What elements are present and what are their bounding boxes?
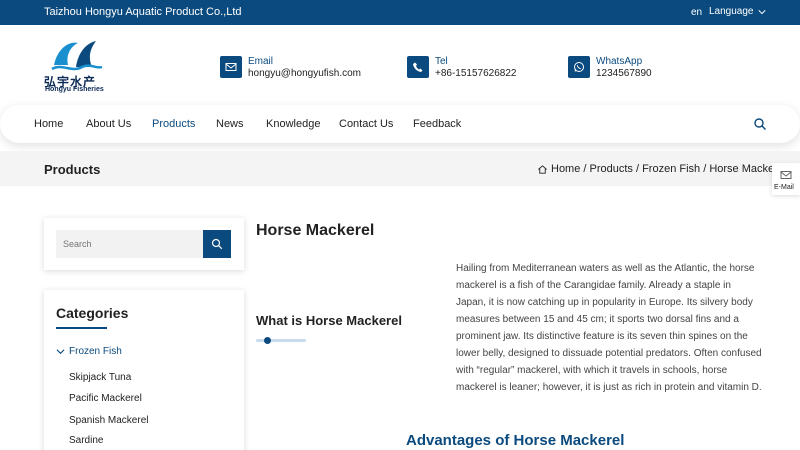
contact-value: hongyu@hongyufish.com bbox=[248, 68, 361, 79]
logo-mark-icon bbox=[51, 41, 103, 71]
categories-panel: Categories Frozen Fish Skipjack Tuna Pac… bbox=[44, 290, 244, 450]
sidebar-search bbox=[44, 218, 244, 270]
article-body: Hailing from Mediterranean waters as wel… bbox=[456, 263, 762, 393]
advantages-title: Advantages of Horse Mackerel bbox=[406, 432, 625, 449]
search-icon[interactable] bbox=[753, 117, 767, 131]
contact-email[interactable]: Email hongyu@hongyufish.com bbox=[220, 56, 361, 80]
home-icon bbox=[538, 164, 547, 174]
phone-icon bbox=[407, 56, 429, 78]
mail-icon bbox=[220, 56, 242, 78]
contact-whatsapp[interactable]: WhatsApp 1234567890 bbox=[568, 56, 652, 80]
section-title: What is Horse Mackerel bbox=[256, 313, 402, 328]
chevron-down-icon bbox=[757, 9, 766, 14]
nav-item-feedback[interactable]: Feedback bbox=[413, 118, 461, 130]
logo-english-text: Hongyu Fisheries bbox=[45, 86, 104, 93]
breadcrumb-text[interactable]: Home / Products / Frozen Fish / Horse Ma… bbox=[551, 163, 786, 175]
company-name: Taizhou Hongyu Aquatic Product Co.,Ltd bbox=[44, 6, 242, 18]
mail-icon bbox=[780, 171, 792, 179]
category-group-label: Frozen Fish bbox=[69, 346, 122, 357]
contact-value: +86-15157626822 bbox=[435, 68, 517, 79]
logo[interactable]: 弘宇水产 Hongyu Fisheries bbox=[42, 37, 106, 95]
nav-item-knowledge[interactable]: Knowledge bbox=[266, 118, 320, 130]
section-divider-dot bbox=[264, 337, 271, 344]
whatsapp-icon bbox=[568, 56, 590, 78]
contact-label: Email bbox=[248, 56, 274, 67]
chevron-down-icon bbox=[56, 349, 65, 355]
top-bar: Taizhou Hongyu Aquatic Product Co.,Ltd e… bbox=[0, 0, 800, 25]
page-title-bar: Products Home / Products / Frozen Fish /… bbox=[0, 151, 800, 186]
nav-item-about-us[interactable]: About Us bbox=[86, 118, 131, 130]
category-item-spanish-mackerel[interactable]: Spanish Mackerel bbox=[69, 415, 148, 426]
floating-email-button[interactable]: E-Mail bbox=[772, 163, 800, 195]
nav-item-products[interactable]: Products bbox=[152, 118, 195, 130]
contact-tel[interactable]: Tel +86-15157626822 bbox=[407, 56, 516, 80]
breadcrumb: Home / Products / Frozen Fish / Horse Ma… bbox=[537, 163, 786, 175]
category-item-skipjack-tuna[interactable]: Skipjack Tuna bbox=[69, 372, 131, 383]
nav-item-news[interactable]: News bbox=[216, 118, 244, 130]
search-input[interactable] bbox=[56, 230, 204, 258]
category-item-pacific-mackerel[interactable]: Pacific Mackerel bbox=[69, 393, 142, 404]
category-group-frozen-fish[interactable]: Frozen Fish bbox=[56, 346, 122, 357]
floating-email-label: E-Mail bbox=[774, 184, 794, 191]
article-title: Horse Mackerel bbox=[256, 222, 375, 239]
contact-label: WhatsApp bbox=[596, 56, 643, 67]
nav-item-contact-us[interactable]: Contact Us bbox=[339, 118, 393, 130]
search-button[interactable] bbox=[203, 230, 231, 258]
language-code[interactable]: en bbox=[691, 7, 702, 18]
categories-underline bbox=[56, 327, 107, 329]
page-title: Products bbox=[44, 162, 101, 177]
search-icon bbox=[211, 238, 223, 250]
language-selector[interactable]: Language bbox=[709, 6, 766, 17]
contact-label: Tel bbox=[435, 56, 448, 67]
contact-value: 1234567890 bbox=[596, 68, 652, 79]
header: 弘宇水产 Hongyu Fisheries Email hongyu@hongy… bbox=[0, 25, 800, 105]
nav-item-home[interactable]: Home bbox=[34, 118, 63, 130]
language-label: Language bbox=[709, 6, 754, 17]
categories-title: Categories bbox=[56, 305, 129, 321]
category-item-sardine[interactable]: Sardine bbox=[69, 435, 103, 446]
main-nav: Home About Us Products News Knowledge Co… bbox=[0, 105, 800, 143]
